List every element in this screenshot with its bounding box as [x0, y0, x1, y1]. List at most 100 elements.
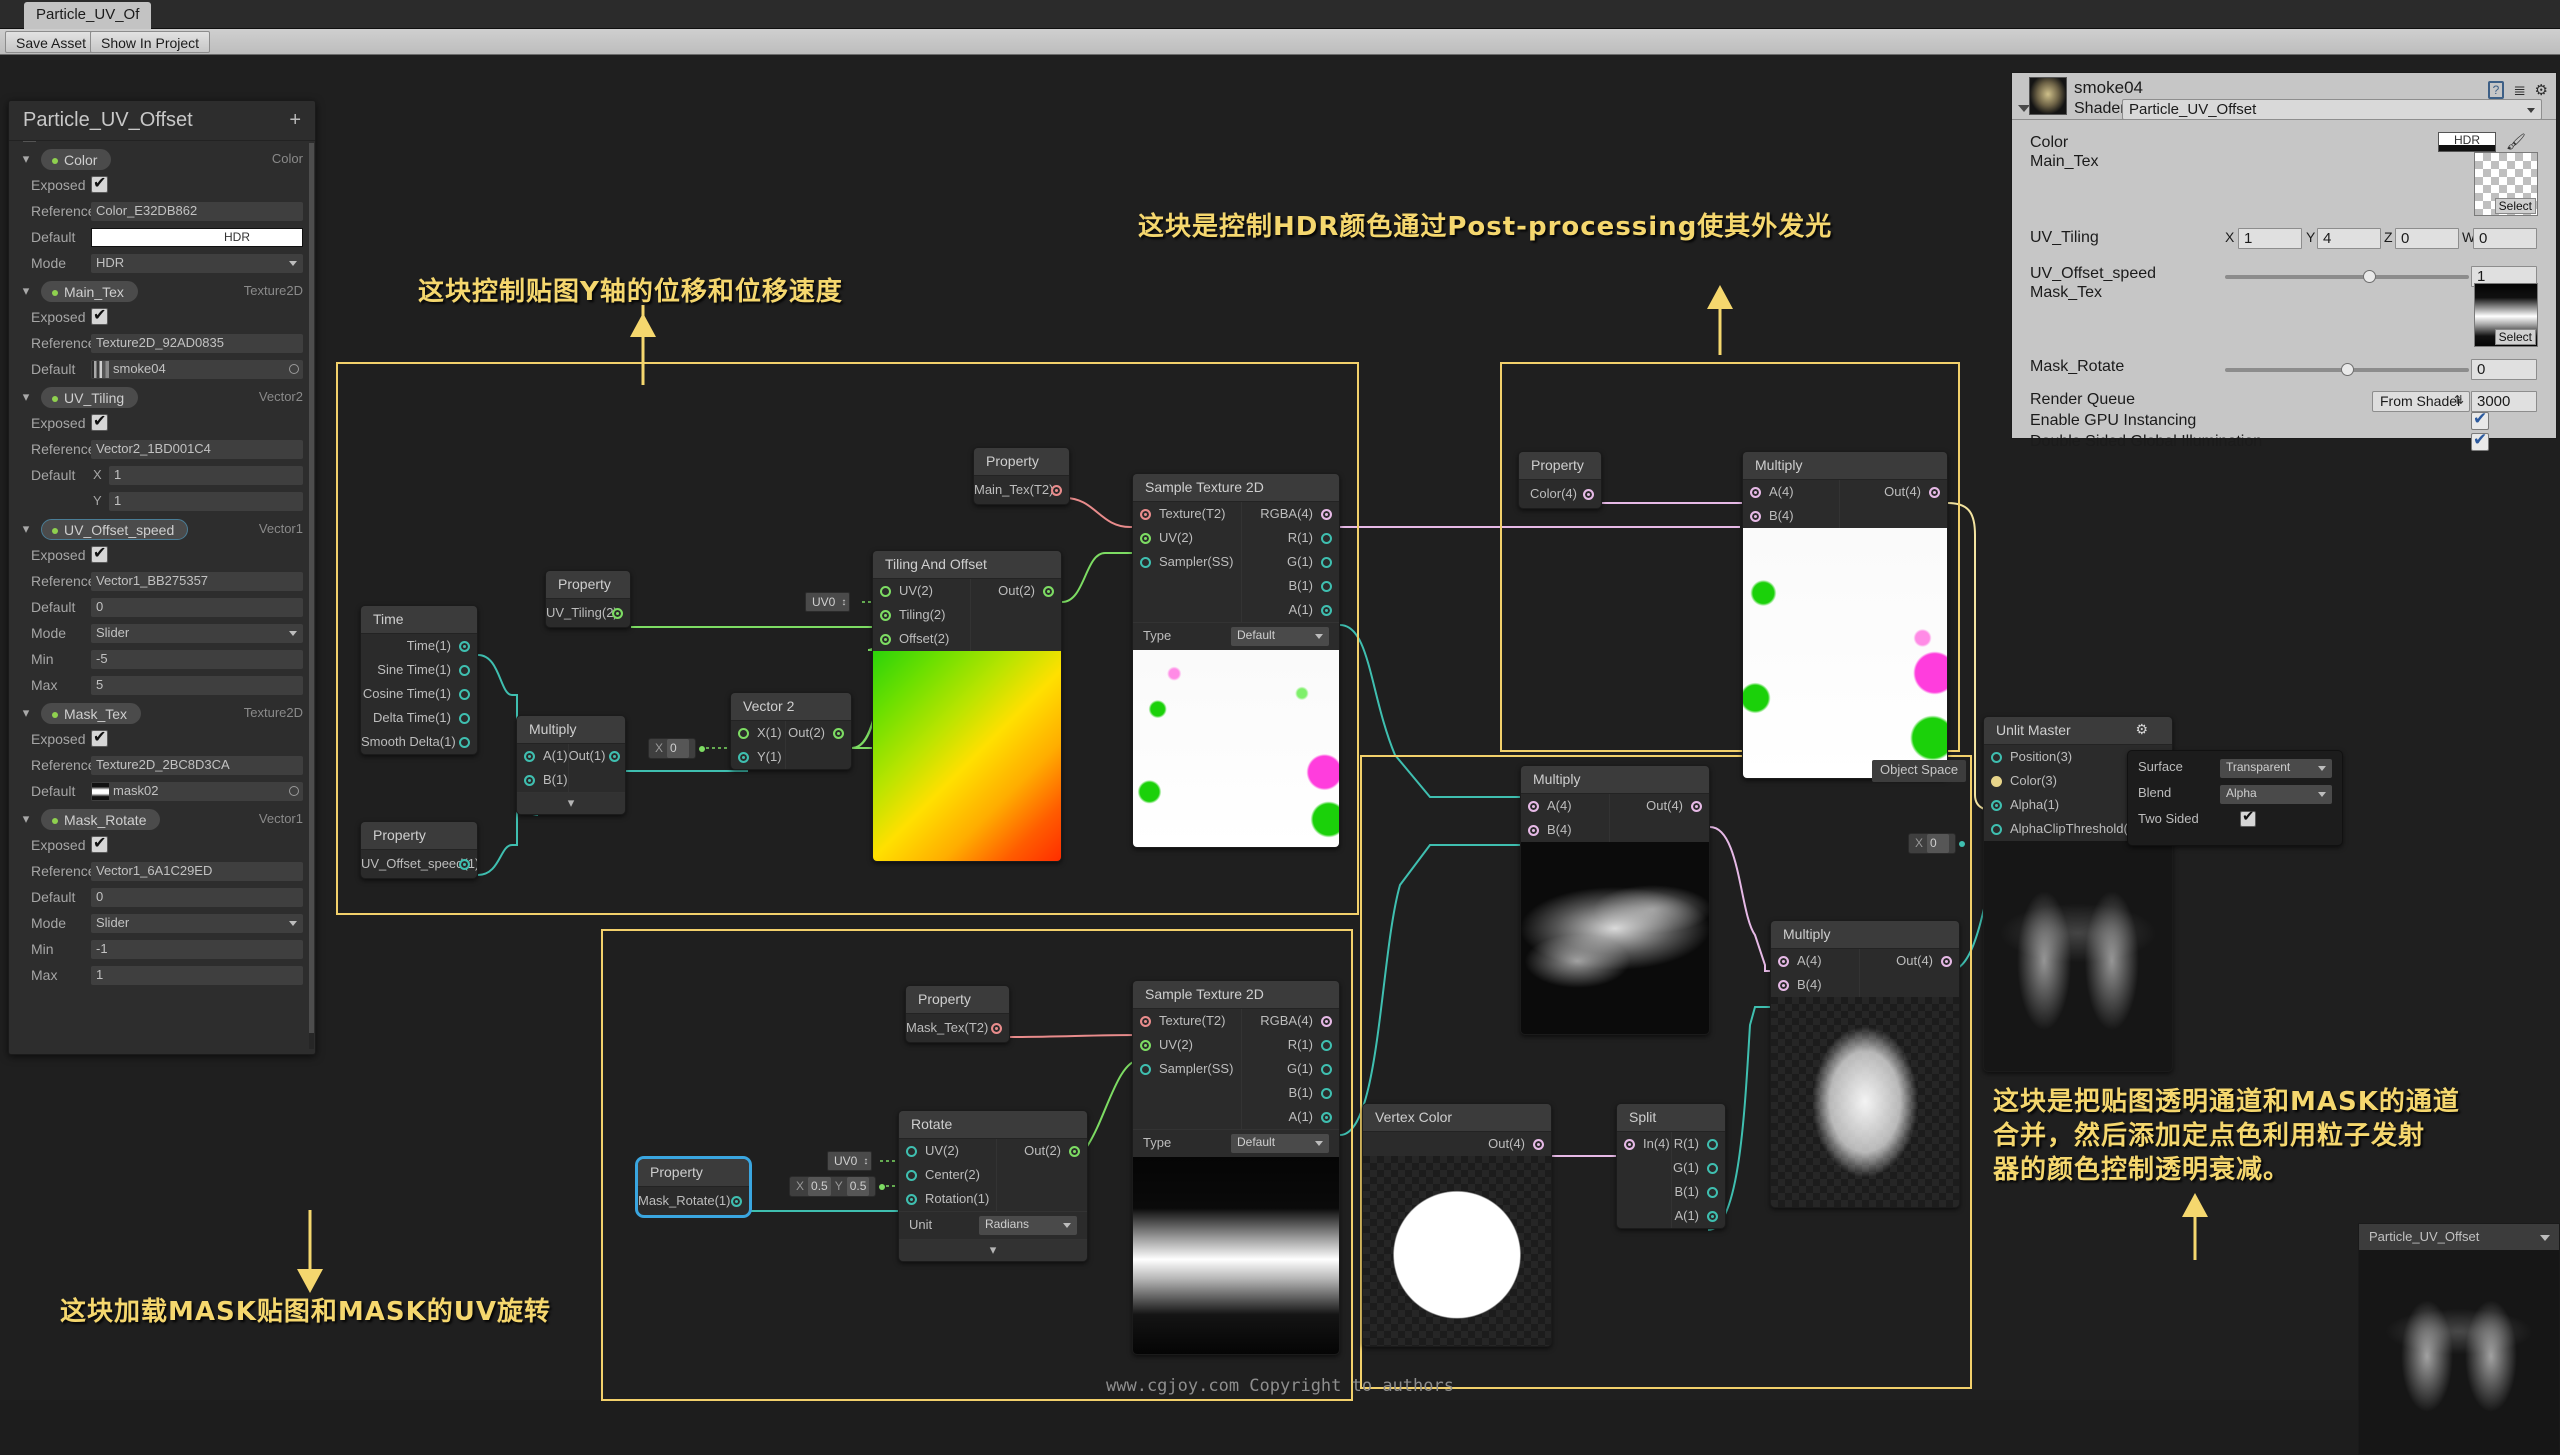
port-out-a[interactable] [1707, 1211, 1718, 1222]
port-row-y[interactable]: Y(1) [731, 745, 785, 769]
node-property-main-tex[interactable]: Property Main_Tex(T2) [973, 447, 1070, 505]
node-sample-texture-2d-main[interactable]: Sample Texture 2D Texture(T2) UV(2) Samp… [1132, 473, 1340, 848]
port-row-out[interactable]: Out(4) [1860, 949, 1959, 973]
port-out-uv-tiling[interactable] [612, 608, 623, 619]
property-pill-uv-offset-speed[interactable]: UV_Offset_speed [41, 519, 189, 540]
add-property-button[interactable]: + [289, 109, 301, 132]
port-row-out[interactable]: Out(2) [786, 721, 851, 745]
port-row-center[interactable]: Center(2) [899, 1163, 996, 1187]
port-in-alpha-clip-threshold[interactable] [1991, 824, 2002, 835]
dropdown-color-mode[interactable]: HDR [91, 254, 303, 273]
gear-icon[interactable]: ⚙ [2135, 721, 2148, 738]
field-mask-rotate-min[interactable]: -1 [91, 940, 303, 959]
checkbox-gpu-instancing[interactable] [2471, 409, 2489, 430]
port-row-g[interactable]: G(1) [1672, 1156, 1725, 1180]
chevron-down-icon[interactable]: ▾ [19, 706, 33, 720]
slider-uv-offset-speed-knob[interactable] [2363, 270, 2376, 283]
port-row-r[interactable]: R(1) [1242, 526, 1339, 550]
port-row-out[interactable]: Out(4) [1363, 1132, 1551, 1156]
chevron-down-icon[interactable]: ▾ [19, 152, 33, 166]
blackboard-panel[interactable]: Particle_UV_Offset + — ▾ Color Color Exp… [8, 100, 316, 1055]
property-pill-main-tex[interactable]: Main_Tex [41, 281, 138, 302]
port-row-g[interactable]: G(1) [1242, 550, 1339, 574]
color-field-hdr[interactable]: HDR [2438, 132, 2496, 152]
field-uv-offset-speed-min[interactable]: -5 [91, 650, 303, 669]
port-in-texture[interactable] [1140, 1016, 1151, 1027]
port-row-uv-offset-speed[interactable]: UV_Offset_speed(1) [361, 850, 477, 878]
port-row-b[interactable]: B(1) [1672, 1180, 1725, 1204]
dropdown-render-queue-mode[interactable]: From Shader [2372, 391, 2470, 412]
chevron-down-icon[interactable]: ▾ [19, 812, 33, 826]
port-in-uv[interactable] [906, 1146, 917, 1157]
mask-tex-object-field[interactable]: Select [2474, 283, 2538, 347]
property-pill-mask-tex[interactable]: Mask_Tex [41, 703, 142, 724]
port-in-center[interactable] [906, 1170, 917, 1181]
port-in-sampler[interactable] [1140, 557, 1151, 568]
port-out-rgba[interactable] [1321, 1016, 1332, 1027]
node-multiply-alpha-2[interactable]: Multiply A(4) B(4) Out(4) [1770, 920, 1960, 1208]
port-row-x[interactable]: X(1) [731, 721, 785, 745]
port-out-multiply-color[interactable] [1929, 487, 1940, 498]
node-property-color[interactable]: Property Color(4) [1518, 451, 1602, 509]
field-uv-tiling-x[interactable]: 1 [109, 466, 303, 485]
field-mask-tex-reference[interactable]: Texture2D_2BC8D3CA [91, 756, 303, 775]
port-row-out[interactable]: Out(4) [1840, 480, 1947, 504]
checkbox-main-tex-exposed[interactable] [91, 305, 108, 325]
port-out-r[interactable] [1321, 533, 1332, 544]
property-pill-color[interactable]: Color [41, 149, 112, 170]
setting-row-surface[interactable]: Surface Transparent [2138, 759, 2332, 785]
mask-tex-select-button[interactable]: Select [2494, 329, 2536, 345]
port-out-delta-time[interactable] [459, 713, 470, 724]
port-out-r[interactable] [1707, 1139, 1718, 1150]
port-out-b[interactable] [1321, 1088, 1332, 1099]
node-setting-type[interactable]: Type Default [1133, 1129, 1339, 1157]
property-pill-mask-rotate[interactable]: Mask_Rotate [41, 809, 161, 830]
field-mask-rotate-reference[interactable]: Vector1_6A1C29ED [91, 862, 303, 881]
port-row-g[interactable]: G(1) [1242, 1057, 1339, 1081]
field-main-tex-reference[interactable]: Texture2D_92AD0835 [91, 334, 303, 353]
port-out-r[interactable] [1321, 1040, 1332, 1051]
shader-dropdown[interactable]: Particle_UV_Offset [2122, 99, 2542, 120]
port-in-uv[interactable] [880, 586, 891, 597]
object-space-label[interactable]: Object Space [1872, 760, 1967, 782]
port-in-texture[interactable] [1140, 509, 1151, 520]
port-in-position[interactable] [1991, 752, 2002, 763]
port-row-main-tex[interactable]: Main_Tex(T2) [974, 476, 1069, 504]
port-row-a[interactable]: A(4) [1771, 949, 1859, 973]
port-out-g[interactable] [1707, 1163, 1718, 1174]
port-row-smooth-delta[interactable]: Smooth Delta(1) [361, 730, 477, 754]
port-in-a[interactable] [1750, 487, 1761, 498]
port-in-color[interactable] [1991, 776, 2002, 787]
field-uv-tiling-reference[interactable]: Vector2_1BD001C4 [91, 440, 303, 459]
inline-value-rotate-center[interactable]: X 0.5 Y 0.5 [789, 1176, 886, 1197]
dropdown-uv-offset-speed-mode[interactable]: Slider [91, 624, 303, 643]
main-tex-select-button[interactable]: Select [2494, 198, 2536, 214]
node-multiply-time[interactable]: Multiply A(1) B(1) Out(1) ▾ [516, 715, 626, 815]
dropdown-surface[interactable]: Transparent [2220, 759, 2332, 778]
tab-particle-uv-offset[interactable]: Particle_UV_Of [24, 2, 152, 29]
port-row-a[interactable]: A(1) [517, 744, 568, 768]
main-preview-title[interactable]: Particle_UV_Offset [2359, 1224, 2559, 1250]
slider-uv-offset-speed-track[interactable] [2225, 275, 2469, 279]
port-row-rgba[interactable]: RGBA(4) [1242, 502, 1339, 526]
port-row-uv[interactable]: UV(2) [1133, 526, 1241, 550]
node-property-mask-rotate[interactable]: Property Mask_Rotate(1) [636, 1157, 751, 1217]
property-group-uv-offset-speed[interactable]: ▾ UV_Offset_speed Vector1 Exposed Refere… [9, 517, 315, 699]
port-row-rotation[interactable]: Rotation(1) [899, 1187, 996, 1211]
port-row-texture[interactable]: Texture(T2) [1133, 1009, 1241, 1033]
port-out-smooth-delta[interactable] [459, 737, 470, 748]
field-uv-tiling-z[interactable]: 0 [2395, 228, 2459, 249]
port-row-a[interactable]: A(4) [1521, 794, 1609, 818]
uv-channel-pill-rotate[interactable]: UV0 [827, 1151, 873, 1171]
port-row-rgba[interactable]: RGBA(4) [1242, 1009, 1339, 1033]
port-row-b[interactable]: B(1) [1242, 1081, 1339, 1105]
port-in-a[interactable] [1778, 956, 1789, 967]
field-uv-offset-speed-max[interactable]: 5 [91, 676, 303, 695]
setting-row-two-sided[interactable]: Two Sided ✔ [2138, 808, 2332, 835]
uv-channel-pill-tiling[interactable]: UV0 [805, 592, 851, 612]
setting-row-blend[interactable]: Blend Alpha [2138, 785, 2332, 811]
port-row-out[interactable]: Out(1) [569, 744, 625, 768]
field-uv-offset-speed-default[interactable]: 0 [91, 598, 303, 617]
property-header-mask-rotate[interactable]: ▾ Mask_Rotate Vector1 [9, 807, 315, 833]
port-out-sine-time[interactable] [459, 665, 470, 676]
